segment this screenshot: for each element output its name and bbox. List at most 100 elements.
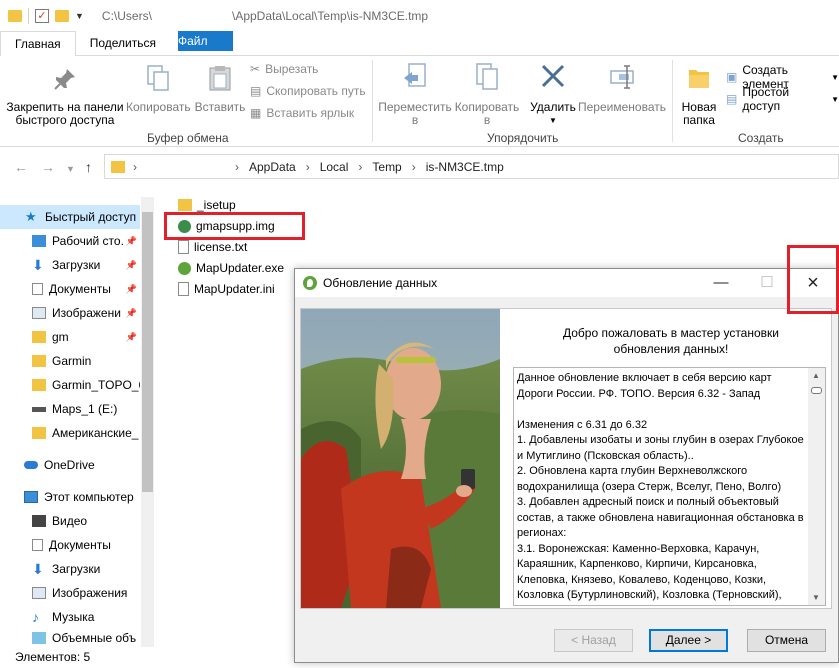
- forward-arrow-icon[interactable]: →: [41, 159, 55, 175]
- nav-item-label: Загрузки: [52, 562, 101, 576]
- scroll-down-icon[interactable]: ▼: [812, 593, 820, 602]
- pin-to-quick-access-button[interactable]: Закрепить на панели быстрого доступа: [6, 66, 124, 127]
- release-notes-text: Данное обновление включает в себя версию…: [517, 372, 804, 605]
- update-dialog: Обновление данных — ☐ × Добро пожаловать…: [294, 268, 839, 663]
- file-item-license[interactable]: license.txt: [178, 237, 247, 257]
- text-file-icon: [178, 240, 189, 254]
- welcome-heading: Добро пожаловать в мастер установки обно…: [521, 325, 821, 357]
- copy-label: Копировать: [126, 100, 191, 114]
- breadcrumb-separator-icon: ›: [411, 159, 416, 174]
- nav-item-garmin[interactable]: Garmin: [0, 349, 140, 373]
- new-folder-icon[interactable]: [55, 9, 69, 22]
- nav-item-label: Объемные объ: [52, 631, 137, 645]
- nav-item-label: Изображения: [52, 586, 128, 600]
- rename-icon: [610, 65, 634, 89]
- nav-item-garmin-topo[interactable]: Garmin_TOPO_6: [0, 373, 140, 397]
- nav-item-documents[interactable]: Документы 📌: [0, 277, 140, 301]
- nav-item-label: Рабочий сто.: [52, 234, 124, 248]
- nav-item-maps-drive[interactable]: Maps_1 (E:): [0, 397, 140, 421]
- cancel-button[interactable]: Отмена: [747, 629, 826, 652]
- nav-item-quick-access[interactable]: ★ Быстрый доступ: [0, 205, 140, 229]
- maximize-icon[interactable]: ☐: [744, 269, 790, 297]
- move-to-icon: [404, 63, 426, 87]
- breadcrumb-current[interactable]: is-NM3CE.tmp: [426, 160, 504, 174]
- file-item-mapupdater-exe[interactable]: MapUpdater.exe: [178, 258, 284, 278]
- scrollbar-thumb[interactable]: [142, 212, 153, 492]
- dialog-content-panel: Добро пожаловать в мастер установки обно…: [300, 308, 832, 609]
- release-notes-textbox[interactable]: Данное обновление включает в себя версию…: [513, 367, 826, 606]
- tab-file[interactable]: Файл: [178, 31, 233, 51]
- tab-share[interactable]: Поделиться: [76, 31, 170, 56]
- documents-icon: [32, 283, 43, 295]
- file-item-mapupdater-ini[interactable]: MapUpdater.ini: [178, 279, 275, 299]
- nav-item-label: Garmin_TOPO_6: [52, 378, 140, 392]
- file-name: MapUpdater.exe: [196, 261, 285, 275]
- breadcrumb-temp[interactable]: Temp: [372, 160, 401, 174]
- nav-item-3d-objects[interactable]: Объемные объ: [0, 629, 140, 647]
- nav-item-downloads[interactable]: ⬇ Загрузки 📌: [0, 253, 140, 277]
- pin-icon: [54, 69, 75, 90]
- scrollbar-thumb[interactable]: [811, 387, 822, 394]
- next-button[interactable]: Далее >: [649, 629, 728, 652]
- chevron-down-icon: ▼: [831, 72, 839, 82]
- folder-icon: [32, 355, 46, 367]
- cut-button[interactable]: ✂ Вырезать: [250, 62, 318, 76]
- nav-item-downloads-pc[interactable]: ⬇ Загрузки: [0, 557, 140, 581]
- breadcrumb-appdata[interactable]: AppData: [249, 160, 296, 174]
- delete-label: Удалить: [530, 100, 576, 114]
- up-arrow-icon[interactable]: ↑: [85, 159, 92, 175]
- customize-toolbar-icon[interactable]: ▼: [75, 11, 84, 21]
- copy-button[interactable]: Копировать: [126, 64, 191, 114]
- copy-path-button[interactable]: ▤ Скопировать путь: [250, 84, 366, 98]
- settings-file-icon: [178, 282, 189, 296]
- scroll-up-icon[interactable]: ▲: [812, 371, 820, 380]
- pin-icon: 📌: [125, 259, 137, 270]
- delete-button[interactable]: Удалить ▼: [526, 62, 580, 127]
- nav-item-pictures[interactable]: Изображени 📌: [0, 301, 140, 325]
- hiker-photo: [301, 309, 500, 608]
- folder-icon: [111, 160, 125, 173]
- properties-icon[interactable]: ✓: [35, 8, 49, 23]
- file-name: _isetup: [197, 198, 236, 212]
- rename-button[interactable]: Переименовать: [578, 62, 666, 114]
- nav-item-onedrive[interactable]: OneDrive: [0, 453, 140, 477]
- nav-item-label: Музыка: [52, 610, 95, 624]
- back-arrow-icon[interactable]: ←: [14, 159, 28, 175]
- paste-button[interactable]: Вставить: [192, 64, 248, 114]
- copy-to-label-2: в: [483, 113, 491, 127]
- nav-item-documents-pc[interactable]: Документы: [0, 533, 140, 557]
- address-bar[interactable]: › › AppData › Local › Temp › is-NM3CE.tm…: [104, 154, 839, 179]
- dialog-title: Обновление данных: [323, 276, 438, 290]
- nav-item-music[interactable]: ♪ Музыка: [0, 605, 140, 629]
- move-to-button[interactable]: Переместить в: [378, 62, 452, 127]
- paste-shortcut-button[interactable]: ▦ Вставить ярлык: [250, 106, 354, 120]
- nav-item-video[interactable]: Видео: [0, 509, 140, 533]
- welcome-line-2: обновления данных!: [613, 342, 729, 356]
- move-to-label-2: в: [411, 113, 419, 127]
- folder-icon: [32, 331, 46, 343]
- file-name: MapUpdater.ini: [194, 282, 275, 296]
- copy-to-button[interactable]: Копировать в: [452, 62, 522, 127]
- back-button[interactable]: < Назад: [554, 629, 633, 652]
- nav-pane-scrollbar[interactable]: [141, 197, 154, 647]
- nav-item-american[interactable]: Американские_: [0, 421, 140, 445]
- nav-item-pictures-pc[interactable]: Изображения: [0, 581, 140, 605]
- nav-item-desktop[interactable]: Рабочий сто. 📌: [0, 229, 140, 253]
- nav-item-label: Документы: [49, 282, 111, 296]
- new-folder-button[interactable]: Новая папка: [676, 62, 722, 127]
- recent-locations-icon[interactable]: ▼: [66, 164, 75, 174]
- tab-home[interactable]: Главная: [0, 31, 76, 57]
- easy-access-button[interactable]: ▤ Простой доступ ▼: [726, 85, 839, 113]
- nav-item-this-pc[interactable]: Этот компьютер: [0, 485, 140, 509]
- release-notes-scrollbar[interactable]: ▲ ▼: [808, 368, 825, 605]
- minimize-icon[interactable]: —: [698, 269, 744, 297]
- nav-item-label: Maps_1 (E:): [52, 402, 118, 416]
- nav-item-label: Этот компьютер: [44, 490, 134, 504]
- nav-item-label: Американские_: [52, 426, 139, 440]
- pin-icon: 📌: [125, 283, 137, 294]
- chevron-down-icon: ▼: [831, 94, 839, 104]
- nav-item-gm[interactable]: gm 📌: [0, 325, 140, 349]
- paste-shortcut-label: Вставить ярлык: [266, 106, 355, 120]
- breadcrumb-local[interactable]: Local: [320, 160, 349, 174]
- create-group-label: Создать: [738, 131, 784, 145]
